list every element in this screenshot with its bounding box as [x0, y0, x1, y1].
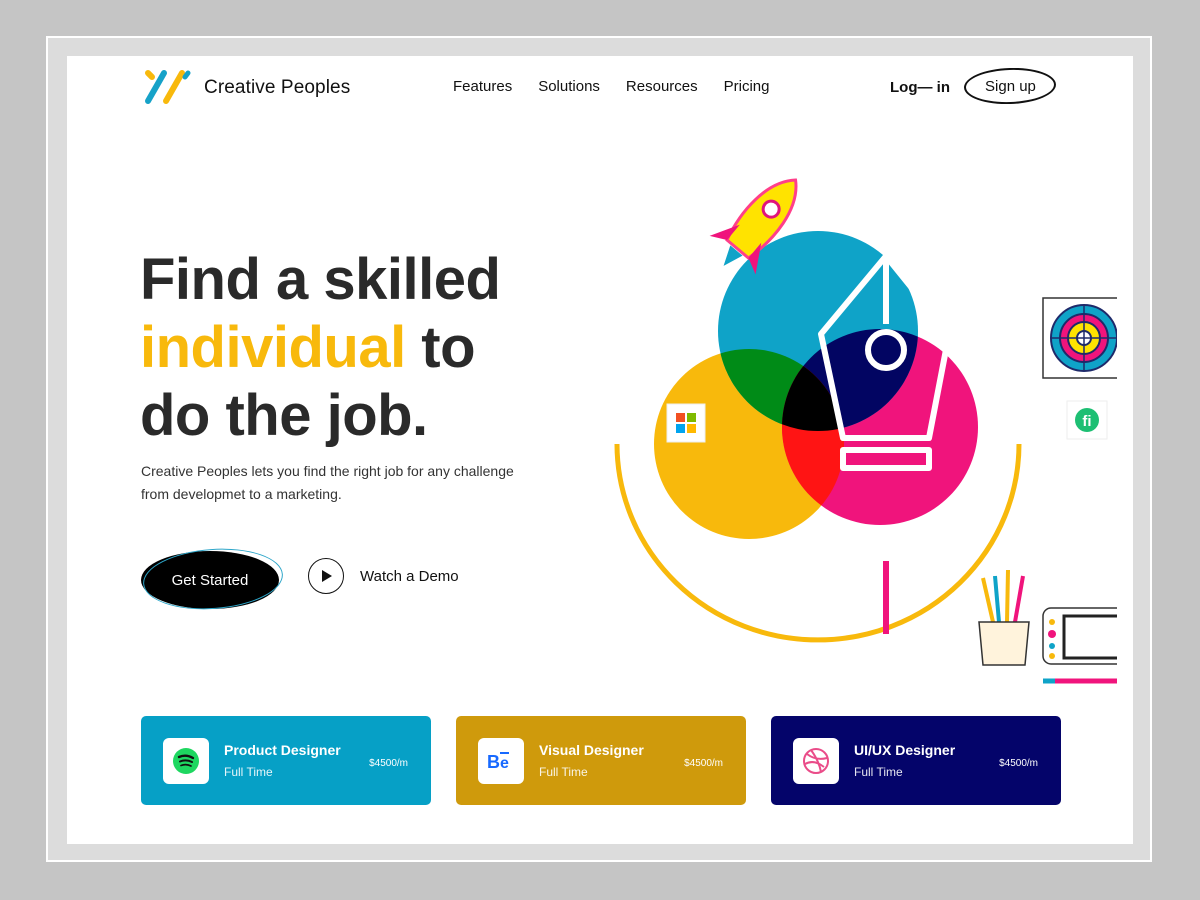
get-started-button[interactable]: Get Started: [141, 551, 279, 609]
hero-illustration: fi: [597, 156, 1136, 701]
headline-line-3: do the job.: [140, 383, 428, 448]
microsoft-icon: [666, 403, 706, 443]
hero-subtext: Creative Peoples lets you find the right…: [141, 463, 514, 502]
fiverr-icon: fi: [1066, 400, 1108, 440]
job-card-uiux-designer[interactable]: UI/UX Designer Full Time $4500/m: [771, 716, 1061, 805]
get-started-label: Get Started: [171, 571, 249, 589]
headline-line-1: Find a skilled: [140, 247, 501, 312]
watch-demo-label: Watch a Demo: [360, 567, 459, 585]
nav-item-pricing[interactable]: Pricing: [724, 78, 770, 95]
brand-name: Creative Peoples: [204, 77, 351, 98]
login-link[interactable]: Log— in: [890, 79, 950, 96]
signup-label: Sign up: [984, 77, 1036, 95]
job-type: Full Time: [854, 765, 903, 779]
spotify-icon: [163, 738, 209, 784]
nav-item-features[interactable]: Features: [453, 78, 512, 95]
hero-headline: Find a skilled individual to do the job.: [140, 246, 580, 450]
logo-icon: [145, 70, 191, 104]
svg-text:e: e: [500, 755, 509, 772]
job-salary: $4500/m: [369, 758, 408, 769]
main-nav: Features Solutions Resources Pricing: [453, 78, 795, 95]
brand-logo[interactable]: Creative Peoples: [142, 68, 350, 108]
landing-page: Creative Peoples Features Solutions Reso…: [67, 56, 1136, 844]
job-title: UI/UX Designer: [854, 742, 956, 758]
headline-line-2: individual to: [140, 314, 580, 382]
job-salary: $4500/m: [684, 758, 723, 769]
play-icon: [308, 558, 344, 594]
job-salary: $4500/m: [999, 758, 1038, 769]
signup-button[interactable]: Sign up: [963, 66, 1057, 106]
dribbble-icon: [793, 738, 839, 784]
watch-demo-button[interactable]: Watch a Demo: [308, 558, 459, 594]
drawing-tablet-icon: [1042, 607, 1136, 684]
svg-text:fi: fi: [1082, 413, 1091, 430]
headline-after-accent: to: [405, 315, 476, 380]
target-icon: [1042, 297, 1126, 379]
nav-item-resources[interactable]: Resources: [626, 78, 698, 95]
job-title: Visual Designer: [539, 742, 644, 758]
headline-accent: individual: [140, 315, 406, 380]
nav-item-solutions[interactable]: Solutions: [538, 78, 600, 95]
job-type: Full Time: [224, 765, 273, 779]
job-card-visual-designer[interactable]: B e Visual Designer Full Time $4500/m: [456, 716, 746, 805]
job-title: Product Designer: [224, 742, 341, 758]
job-type: Full Time: [539, 765, 588, 779]
job-card-product-designer[interactable]: Product Designer Full Time $4500/m: [141, 716, 431, 805]
pencil-cup-icon: [978, 569, 1030, 666]
svg-text:B: B: [487, 752, 500, 772]
behance-icon: B e: [478, 738, 524, 784]
